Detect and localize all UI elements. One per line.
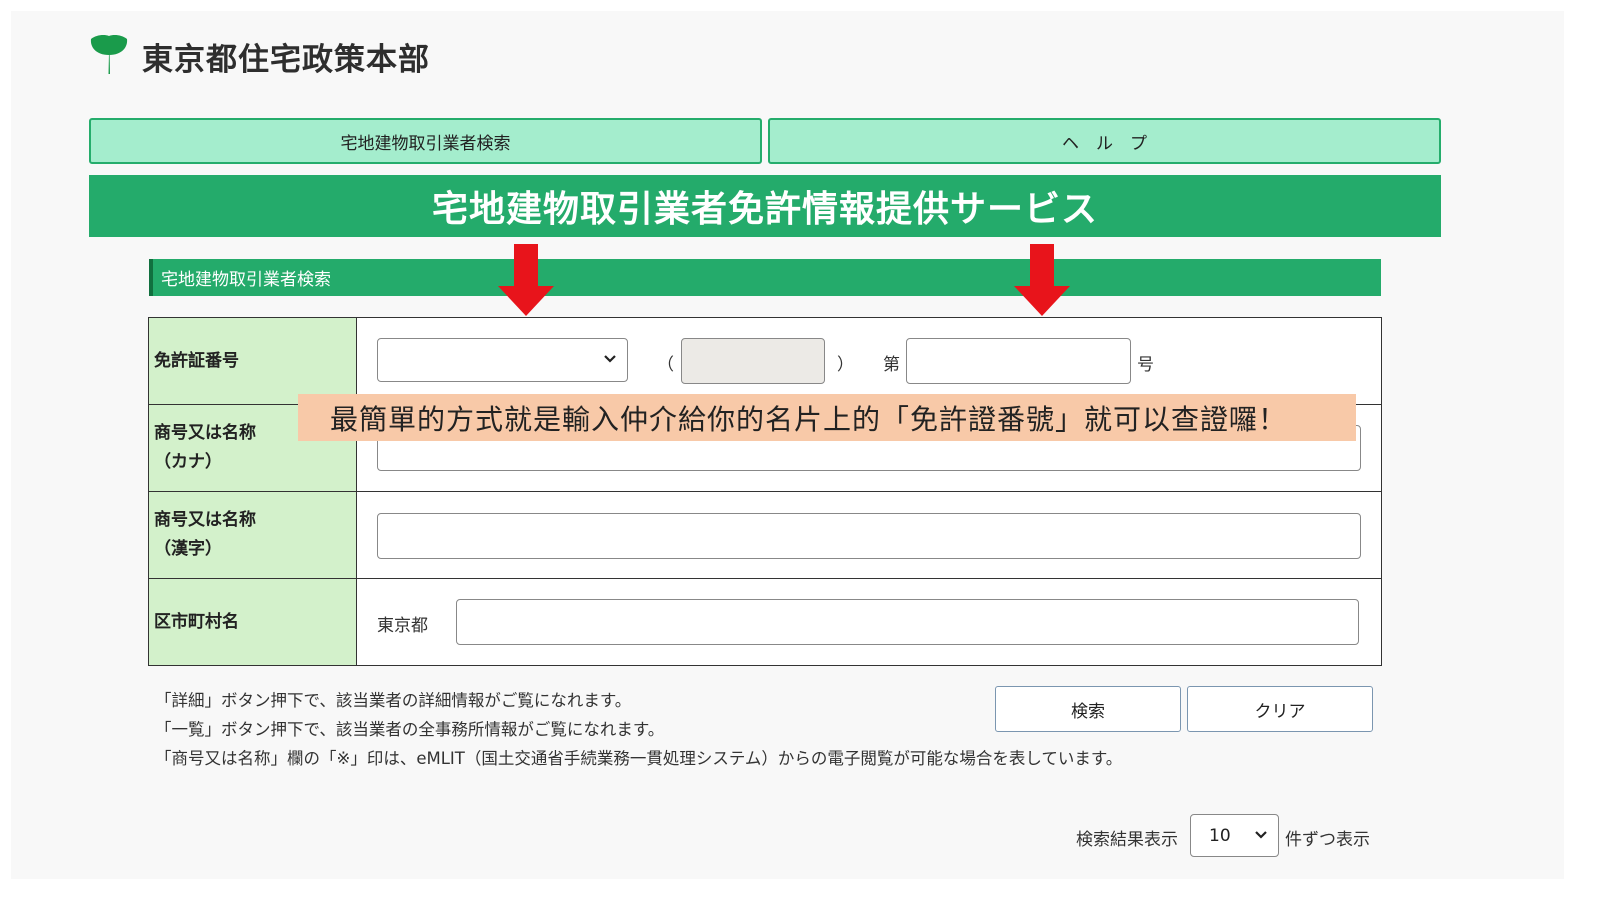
paren-open: （ xyxy=(657,355,674,375)
clear-button[interactable]: クリア xyxy=(1187,686,1373,732)
name-kanji-label: 商号又は名称 （漢字） xyxy=(149,492,357,578)
search-form: 免許証番号 （ ） 第 号 商号又は名称 （カナ） 商号又は名称 （漢字） 区市… xyxy=(148,317,1382,666)
name-kanji-row: 商号又は名称 （漢字） xyxy=(149,492,1381,579)
license-label: 免許証番号 xyxy=(149,318,357,404)
chevron-down-icon xyxy=(1254,828,1268,844)
renewal-count-field xyxy=(681,338,825,384)
name-kana-label-line2: （カナ） xyxy=(154,452,222,472)
tab-help[interactable]: ヘ ル プ xyxy=(768,118,1441,164)
site-logo[interactable]: 東京都住宅政策本部 xyxy=(88,34,430,78)
help-notes: 「詳細」ボタン押下で、該当業者の詳細情報がご覧になれます。 「一覧」ボタン押下で… xyxy=(155,686,1122,773)
city-label: 区市町村名 xyxy=(149,579,357,665)
note-line: 「商号又は名称」欄の「※」印は、eMLIT（国土交通省手続業務一貫処理システム）… xyxy=(155,749,1123,768)
note-line: 「詳細」ボタン押下で、該当業者の詳細情報がご覧になれます。 xyxy=(155,691,632,710)
gou-label: 号 xyxy=(1137,355,1154,375)
ginkgo-leaf-icon xyxy=(88,33,130,79)
org-name: 東京都住宅政策本部 xyxy=(142,41,430,78)
results-per-page-value: 10 xyxy=(1209,825,1231,846)
name-kanji-label-line1: 商号又は名称 xyxy=(154,510,256,530)
search-button[interactable]: 検索 xyxy=(995,686,1181,732)
results-label-before: 検索結果表示 xyxy=(1076,830,1178,850)
license-number-input[interactable] xyxy=(906,338,1131,384)
tab-agent-search[interactable]: 宅地建物取引業者検索 xyxy=(89,118,762,164)
results-per-page-select[interactable]: 10 xyxy=(1190,814,1279,857)
section-title: 宅地建物取引業者検索 xyxy=(149,259,1381,296)
results-label-after: 件ずつ表示 xyxy=(1285,830,1370,850)
name-kanji-input[interactable] xyxy=(377,513,1361,559)
paren-close: ） xyxy=(837,355,854,375)
city-input[interactable] xyxy=(456,599,1359,645)
chevron-down-icon xyxy=(603,352,617,368)
name-kanji-label-line2: （漢字） xyxy=(154,539,222,559)
red-down-arrow-icon xyxy=(1014,244,1070,316)
city-row: 区市町村名 東京都 xyxy=(149,579,1381,665)
nav-tabs: 宅地建物取引業者検索 ヘ ル プ xyxy=(89,118,1441,164)
license-authority-select[interactable] xyxy=(377,338,628,382)
city-prefix: 東京都 xyxy=(377,616,428,636)
service-banner: 宅地建物取引業者免許情報提供サービス xyxy=(89,175,1441,237)
annotation-banner: 最簡單的方式就是輸入仲介給你的名片上的「免許證番號」就可以查證囉！ xyxy=(298,394,1356,441)
license-label-text: 免許証番号 xyxy=(154,350,239,371)
city-label-text: 区市町村名 xyxy=(154,611,239,632)
dai-label: 第 xyxy=(883,355,900,375)
note-line: 「一覧」ボタン押下で、該当業者の全事務所情報がご覧になれます。 xyxy=(155,720,665,739)
red-down-arrow-icon xyxy=(498,244,554,316)
license-row: 免許証番号 （ ） 第 号 xyxy=(149,318,1381,405)
